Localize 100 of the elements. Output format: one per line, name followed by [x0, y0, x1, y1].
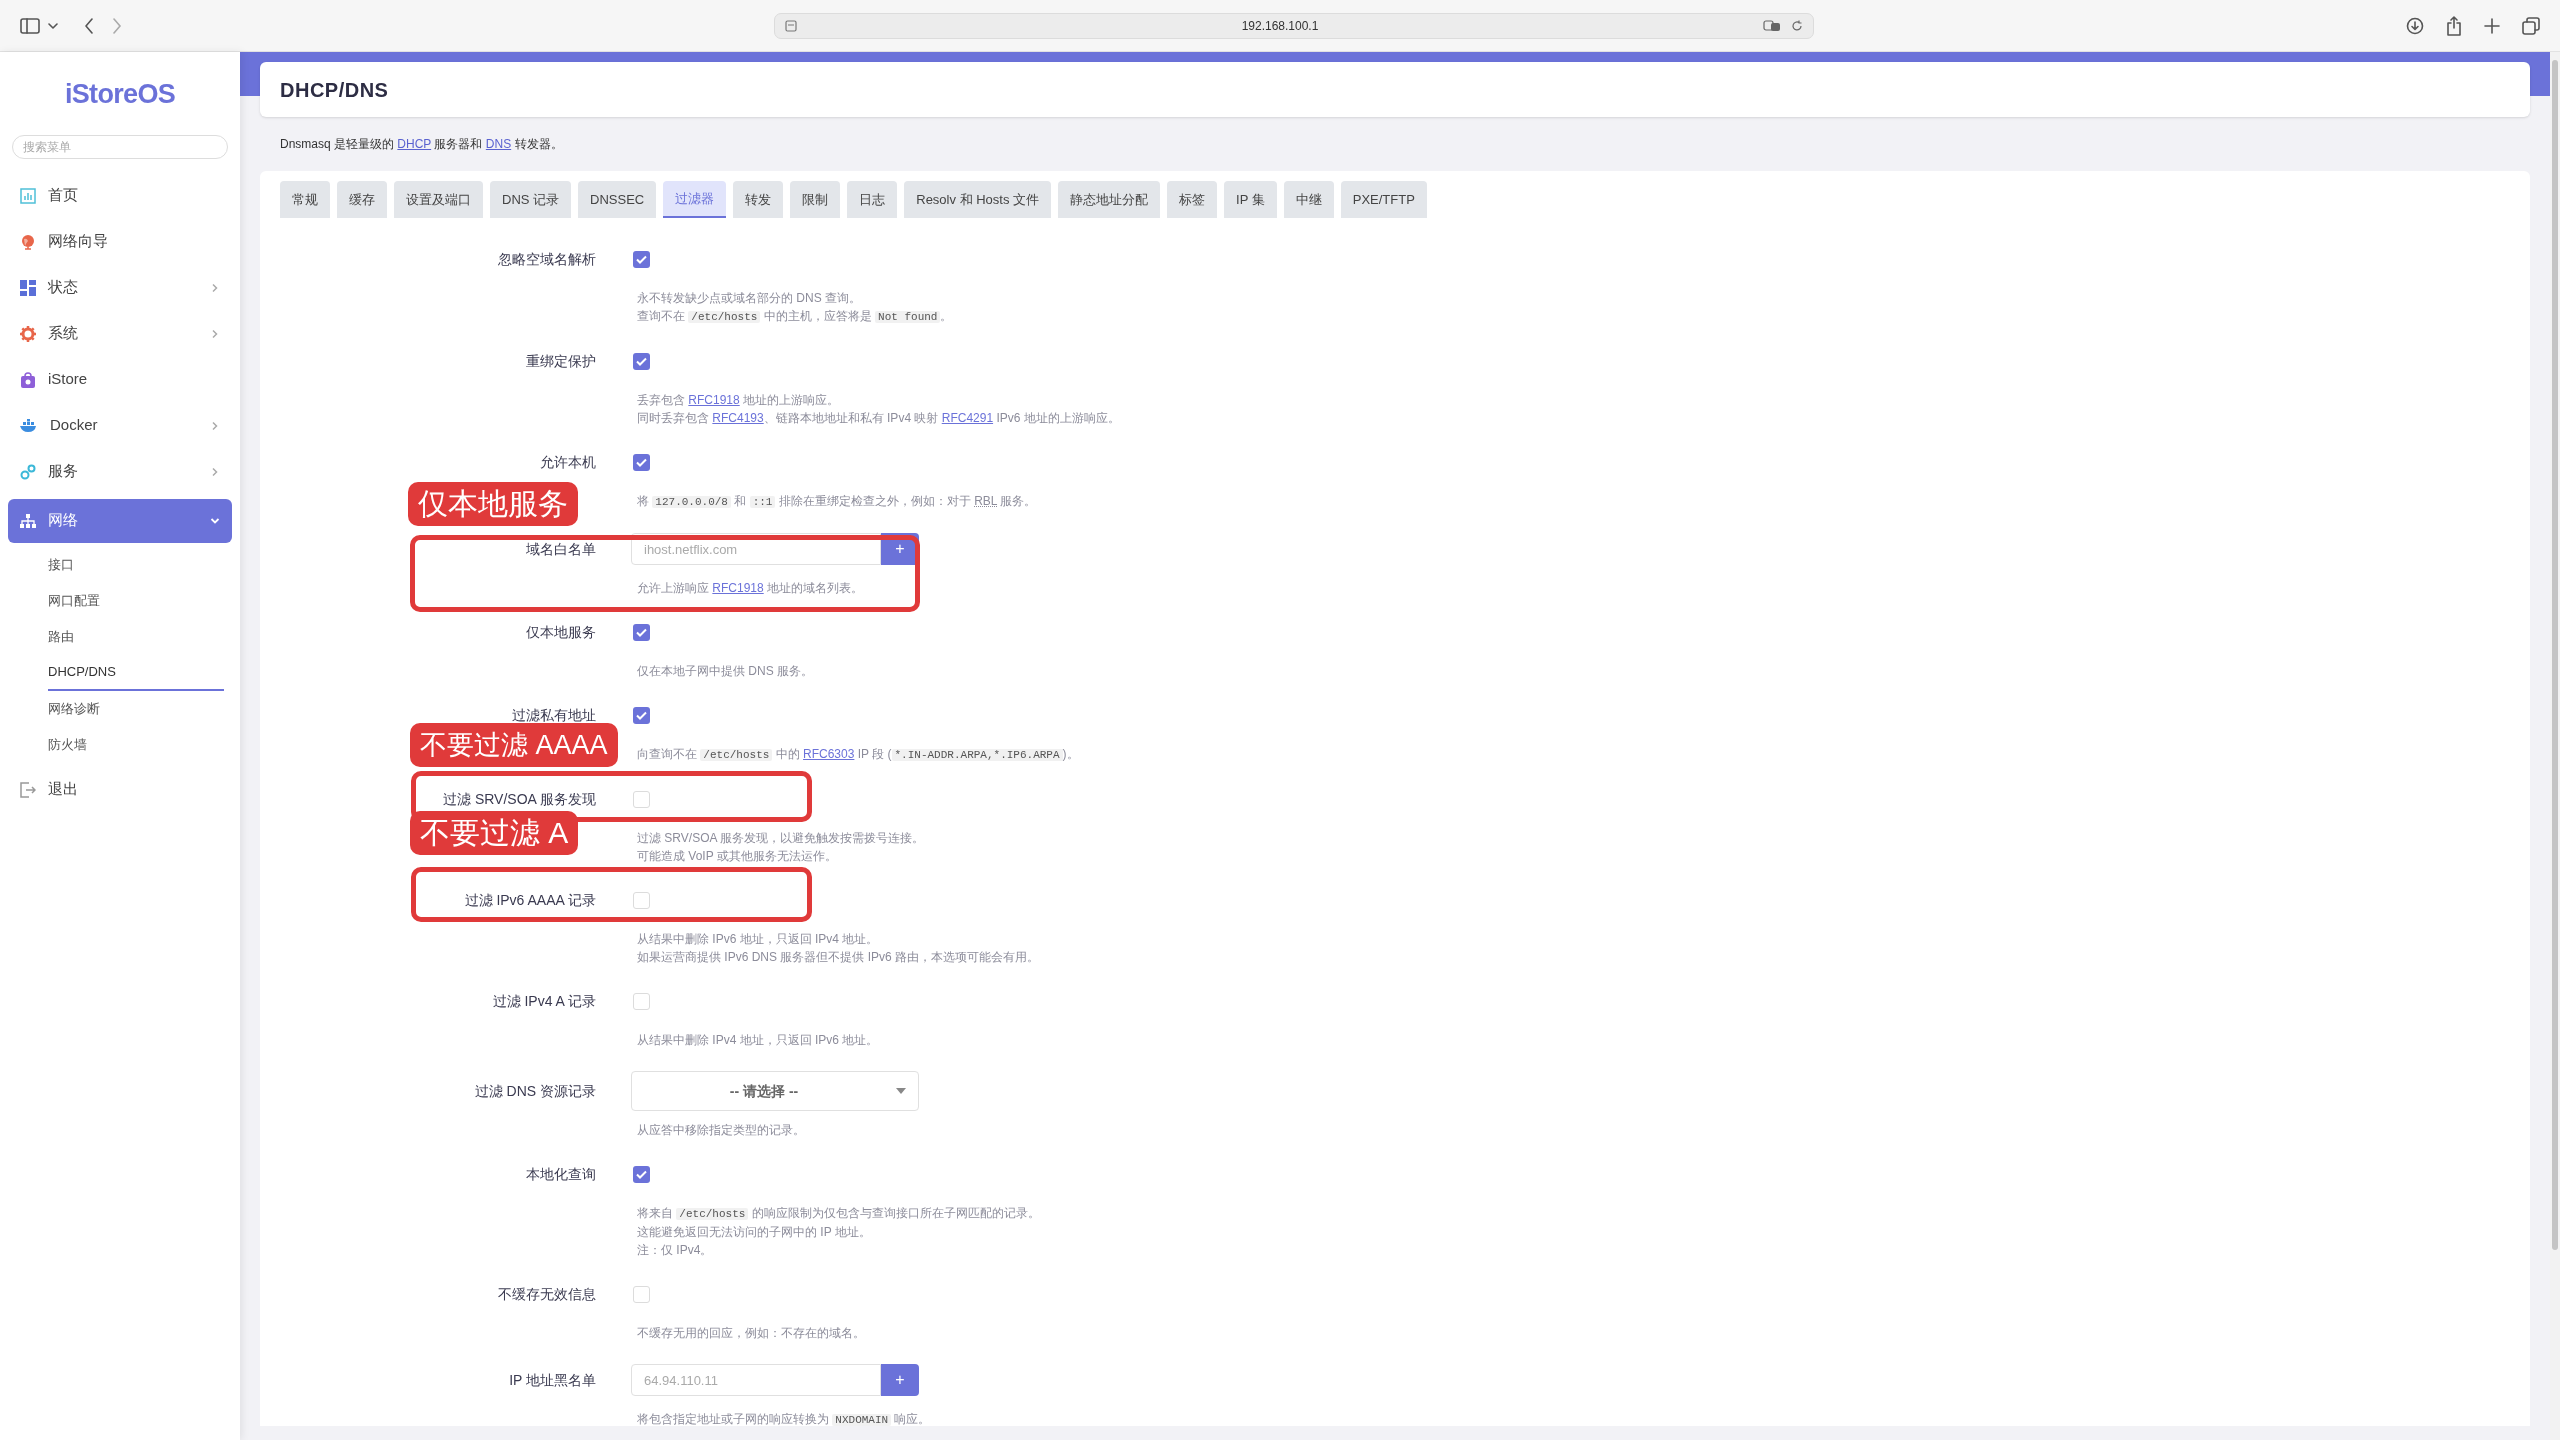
- input-field[interactable]: 64.94.110.11: [631, 1364, 881, 1396]
- share-icon[interactable]: [2446, 15, 2462, 36]
- sidebar-item[interactable]: 退出: [8, 766, 232, 813]
- sidebar-item[interactable]: 系统: [8, 310, 232, 357]
- check-icon: [636, 254, 647, 264]
- forward-icon[interactable]: [112, 17, 122, 34]
- bar-chart-icon: [20, 187, 36, 204]
- check-icon: [636, 457, 647, 467]
- field-description: 将包含指定地址或子网的响应转换为 NXDOMAIN 响应。: [637, 1411, 931, 1428]
- link[interactable]: RFC1918: [712, 581, 764, 595]
- annotation-label: 仅本地服务: [408, 482, 578, 526]
- field-description: 将 127.0.0.0/8 和 ::1 排除在重绑定检查之外，例如：对于 RBL 服务。: [637, 493, 1037, 510]
- tab[interactable]: 转发: [733, 181, 784, 218]
- reload-icon[interactable]: [1791, 19, 1803, 32]
- field-label: 过滤 DNS 资源记录: [474, 1082, 596, 1100]
- link[interactable]: DNS: [485, 137, 512, 151]
- field-label: 不缓存无效信息: [498, 1285, 596, 1303]
- submenu-item[interactable]: 网口配置: [48, 582, 224, 619]
- checkbox[interactable]: [633, 790, 650, 808]
- submenu-item[interactable]: DHCP/DNS: [48, 654, 224, 691]
- field-label: 允许本机: [540, 453, 596, 471]
- sidebar-item[interactable]: 服务: [8, 448, 232, 495]
- sidebar-item[interactable]: Docker: [8, 402, 232, 449]
- tab[interactable]: 限制: [790, 181, 841, 218]
- chevron-down-icon[interactable]: [48, 22, 58, 29]
- check-icon: [636, 627, 647, 637]
- link[interactable]: DHCP: [397, 137, 432, 151]
- tab[interactable]: 静态地址分配: [1058, 181, 1161, 218]
- sidebar-item[interactable]: 网络: [8, 498, 232, 543]
- tabs-icon[interactable]: [2522, 16, 2540, 35]
- checkbox[interactable]: [633, 352, 650, 370]
- caret-icon: [896, 1088, 906, 1094]
- checkbox[interactable]: [633, 706, 650, 724]
- field-description: 从应答中移除指定类型的记录。: [637, 1122, 806, 1139]
- tab[interactable]: Resolv 和 Hosts 文件: [904, 181, 1052, 218]
- field-label: 过滤 IPv6 AAAA 记录: [464, 891, 596, 909]
- checkbox[interactable]: [633, 453, 650, 471]
- field-label: 忽略空域名解析: [498, 250, 596, 268]
- field-description: 仅在本地子网中提供 DNS 服务。: [637, 663, 813, 680]
- field-description: 可能造成 VoIP 或其他服务无法运作。: [637, 848, 838, 865]
- search-field[interactable]: 搜索菜单: [12, 134, 228, 159]
- page-icon: [785, 19, 797, 32]
- tab[interactable]: PXE/TFTP: [1340, 181, 1427, 218]
- checkbox[interactable]: [633, 1285, 650, 1303]
- sidebar-item[interactable]: 网络向导: [8, 218, 232, 265]
- back-icon[interactable]: [84, 17, 94, 34]
- sidebar-item[interactable]: iStore: [8, 356, 232, 403]
- tab[interactable]: 标签: [1167, 181, 1218, 218]
- download-icon[interactable]: [2406, 16, 2424, 35]
- checkbox[interactable]: [633, 250, 650, 268]
- translate-icon[interactable]: [1763, 19, 1781, 32]
- sidebar-item[interactable]: 首页: [8, 172, 232, 219]
- field-description: 从结果中删除 IPv4 地址，只返回 IPv6 地址。: [637, 1032, 879, 1049]
- field-description: 查询不在 /etc/hosts 中的主机，应答将是 Not found 。: [637, 308, 953, 325]
- new-tab-icon[interactable]: [2484, 17, 2500, 34]
- link[interactable]: RFC4193: [712, 411, 764, 425]
- tab[interactable]: 日志: [847, 181, 898, 218]
- submenu-item[interactable]: 接口: [48, 546, 224, 583]
- whale-icon: [20, 418, 38, 433]
- sidebar-toggle-icon[interactable]: [20, 17, 40, 34]
- field-description: 不缓存无用的回应，例如：不存在的域名。: [637, 1325, 865, 1342]
- address-bar[interactable]: 192.168.100.1: [774, 12, 1814, 39]
- field-description: 同时丢弃包含 RFC4193、链路本地地址和私有 IPv4 映射 RFC4291 IPv6 地址的上游响应。: [637, 410, 1120, 427]
- tab[interactable]: 设置及端口: [394, 181, 483, 218]
- tab[interactable]: IP 集: [1224, 181, 1277, 218]
- link[interactable]: RFC1918: [688, 393, 740, 407]
- link[interactable]: RFC4291: [941, 411, 994, 425]
- dashboard-icon: [20, 279, 36, 296]
- tab[interactable]: 缓存: [337, 181, 387, 218]
- tab[interactable]: DNS 记录: [490, 181, 572, 218]
- submenu-item[interactable]: 防火墙: [48, 726, 224, 763]
- link[interactable]: RFC6303: [803, 747, 855, 761]
- submenu-item[interactable]: 路由: [48, 618, 224, 655]
- field-label: IP 地址黑名单: [509, 1371, 596, 1389]
- field-description: 如果运营商提供 IPv6 DNS 服务器但不提供 IPv6 路由，本选项可能会有用。: [637, 949, 1040, 966]
- checkbox[interactable]: [633, 1165, 650, 1183]
- checkbox[interactable]: [633, 891, 650, 909]
- tab[interactable]: DNSSEC: [578, 181, 657, 218]
- annotation-label: 不要过滤 A: [410, 811, 579, 855]
- tab[interactable]: 过滤器: [663, 181, 727, 218]
- add-button[interactable]: +: [881, 1364, 919, 1396]
- scrollbar[interactable]: [2552, 60, 2558, 1250]
- checkbox[interactable]: [633, 992, 650, 1010]
- checkbox[interactable]: [633, 623, 650, 641]
- chevron-icon: [210, 466, 220, 477]
- field-description: 过滤 SRV/SOA 服务发现，以避免触发按需拨号连接。: [637, 830, 925, 847]
- globe-icon: [20, 233, 36, 250]
- submenu-item[interactable]: 网络诊断: [48, 690, 224, 727]
- chevron-icon: [210, 420, 220, 431]
- intro-text: Dnsmasq 是轻量级的 DHCP 服务器和 DNS 转发器。: [279, 136, 564, 153]
- tab[interactable]: 常规: [280, 181, 330, 218]
- sidebar-item[interactable]: 状态: [8, 264, 232, 311]
- field-label: 域名白名单: [526, 540, 596, 558]
- check-icon: [636, 710, 647, 720]
- select-field[interactable]: -- 请选择 --: [631, 1071, 919, 1111]
- field-label: 过滤私有地址: [512, 706, 596, 724]
- tab[interactable]: 中继: [1283, 181, 1334, 218]
- field-label: 过滤 SRV/SOA 服务发现: [443, 790, 596, 808]
- field-description: 丢弃包含 RFC1918 地址的上游响应。: [637, 392, 841, 409]
- input-field[interactable]: ihost.netflix.com: [631, 533, 881, 565]
